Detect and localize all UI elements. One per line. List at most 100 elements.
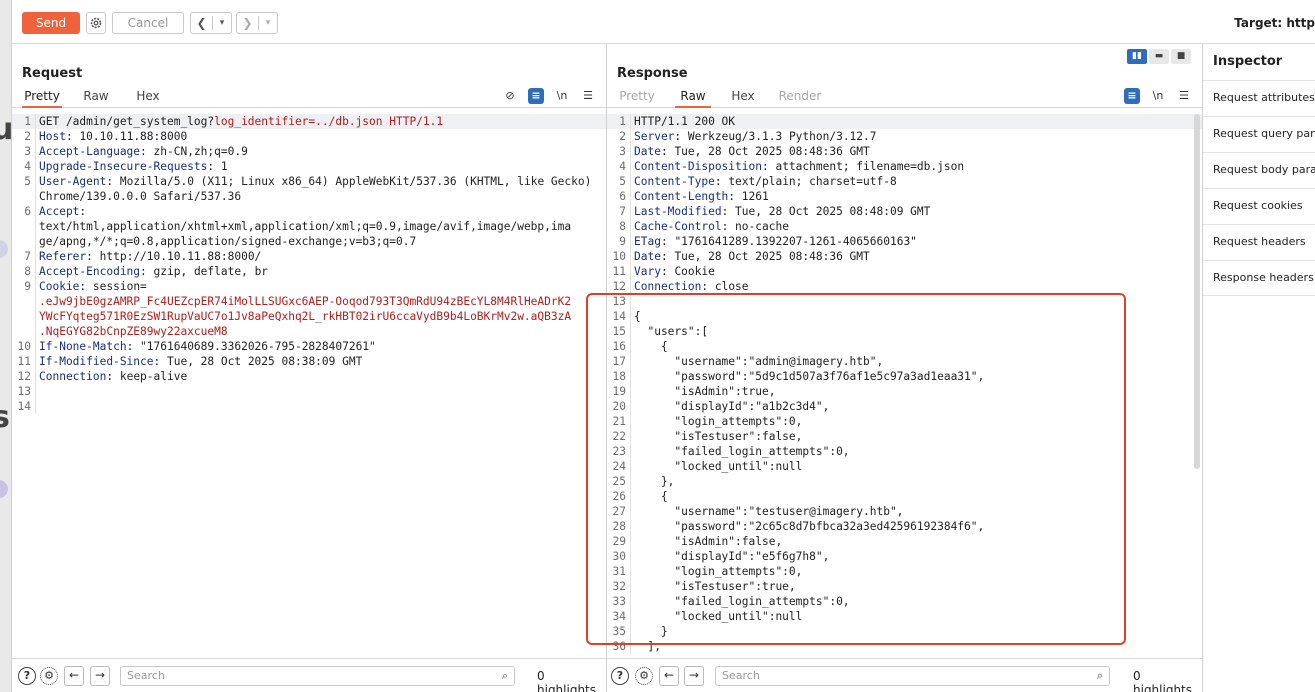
line-number: 14 [12, 399, 36, 414]
line-content: "failed_login_attempts":0, [631, 444, 849, 459]
body-text: "username":"admin@imagery.htb", [634, 355, 884, 368]
newline-icon[interactable]: \n [1150, 88, 1166, 104]
search-icon: ⌕ [1096, 669, 1103, 682]
tab-hex[interactable]: Hex [130, 88, 166, 108]
settings-gear-icon[interactable]: ⚙ [635, 667, 653, 685]
tab-render[interactable]: Render [777, 88, 823, 108]
prev-match-icon[interactable]: ← [64, 666, 84, 686]
history-forward-group[interactable]: ❯ ▾ [236, 12, 278, 34]
line-content [36, 399, 39, 414]
line-number: 11 [12, 354, 36, 369]
header-separator: : [126, 340, 141, 353]
header-value: attachment; filename=db.json [775, 160, 965, 173]
forward-dropdown-icon[interactable]: ▾ [259, 18, 277, 28]
line-content: "failed_login_attempts":0, [631, 594, 849, 609]
inspector-item[interactable]: Response headers [1203, 260, 1315, 296]
line-content: .eJw9jbE0gzAMRP_Fc4UEZcpER74iMolLLSUGxc6… [36, 294, 571, 309]
line-content: }, [631, 474, 674, 489]
wrap-lines-icon[interactable]: ≡ [1124, 88, 1140, 104]
next-match-icon[interactable]: → [90, 666, 110, 686]
body-text: "users":[ [634, 325, 709, 338]
line-number: 7 [607, 204, 631, 219]
header-name: Accept-Encoding [39, 265, 141, 278]
line-number: 18 [607, 369, 631, 384]
code-line: 8 Cache-Control: no-cache [607, 219, 1202, 234]
code-line: 5 Content-Type: text/plain; charset=utf-8 [607, 174, 1202, 189]
code-line: 6 Content-Length: 1261 [607, 189, 1202, 204]
request-editor[interactable]: 1 GET /admin/get_system_log?log_identifie… [12, 114, 606, 654]
inspector-item[interactable]: Request body parameters [1203, 152, 1315, 188]
header-value: close [714, 280, 749, 293]
line-content: If-Modified-Since: Tue, 28 Oct 2025 08:3… [36, 354, 362, 369]
header-separator: : [674, 130, 688, 143]
inspector-item[interactable]: Request cookies [1203, 188, 1315, 224]
help-icon[interactable]: ? [18, 667, 36, 685]
code-line: 3 Accept-Language: zh-CN,zh;q=0.9 [12, 144, 606, 159]
tab-raw[interactable]: Raw [78, 88, 114, 108]
tab-pretty[interactable]: Pretty [22, 88, 62, 108]
inspector-item[interactable]: Request headers [1203, 224, 1315, 260]
body-text: "isAdmin":true, [634, 385, 776, 398]
settings-gear-icon[interactable] [86, 12, 106, 34]
inspector-item[interactable]: Request attributes [1203, 80, 1315, 116]
header-value: Tue, 28 Oct 2025 08:48:36 GMT [674, 145, 870, 158]
header-value-cont: Chrome/139.0.0.0 Safari/537.36 [39, 190, 242, 203]
line-number: 2 [607, 129, 631, 144]
tab-hex[interactable]: Hex [725, 88, 761, 108]
header-separator: : [153, 355, 167, 368]
help-icon[interactable]: ? [611, 667, 629, 685]
prev-match-icon[interactable]: ← [659, 666, 679, 686]
code-line: ge/apng,*/*;q=0.8,application/signed-exc… [12, 234, 606, 249]
line-content: text/html,application/xhtml+xml,applicat… [36, 219, 571, 234]
code-line: 13 [607, 294, 1202, 309]
line-number [12, 189, 36, 204]
line-content: Host: 10.10.11.88:8000 [36, 129, 187, 144]
line-number: 22 [607, 429, 631, 444]
header-value: Tue, 28 Oct 2025 08:48:36 GMT [674, 250, 870, 263]
line-content: Connection: close [631, 279, 749, 294]
header-name: Content-Type [634, 175, 715, 188]
code-line: 16 { [607, 339, 1202, 354]
line-content: "displayId":"e5f6g7h8", [631, 549, 829, 564]
line-content: Date: Tue, 28 Oct 2025 08:48:36 GMT [631, 144, 870, 159]
hide-eye-icon[interactable]: ⊘ [502, 88, 518, 104]
line-content: Accept-Language: zh-CN,zh;q=0.9 [36, 144, 248, 159]
newline-icon[interactable]: \n [554, 88, 570, 104]
line-content: Content-Disposition: attachment; filenam… [631, 159, 964, 174]
line-content: HTTP/1.1 200 OK [631, 114, 735, 129]
history-back-group[interactable]: ❮ ▾ [190, 12, 232, 34]
menu-icon[interactable]: ☰ [1176, 88, 1192, 104]
cancel-button[interactable]: Cancel [112, 12, 184, 34]
line-number: 1 [607, 114, 631, 129]
request-highlights-count: 0 highlights [537, 669, 597, 692]
inspector-item[interactable]: Request query parameters [1203, 116, 1315, 152]
next-match-icon[interactable]: → [684, 666, 704, 686]
response-scrollbar[interactable] [1194, 114, 1200, 469]
header-separator: : [79, 280, 93, 293]
send-button[interactable]: Send [22, 12, 80, 34]
request-pane: Request Pretty Raw Hex ⊘ ≡ \n ☰ 1 GET /ad… [12, 44, 607, 692]
header-name: Last-Modified [634, 205, 722, 218]
response-search-input[interactable]: Search ⌕ [715, 666, 1110, 686]
code-line: 18 "password":"5d9c1d507a3f76af1e5c97a3a… [607, 369, 1202, 384]
single-pane-icon[interactable]: ■ [1171, 49, 1191, 64]
header-value: keep-alive [119, 370, 188, 383]
code-line: 34 "locked_until":null [607, 609, 1202, 624]
target-label[interactable]: Target: http [1234, 16, 1315, 30]
wrap-lines-icon[interactable]: ≡ [528, 88, 544, 104]
tab-raw[interactable]: Raw [675, 88, 711, 108]
response-editor[interactable]: 1 HTTP/1.1 200 OK 2 Server: Werkzeug/3.1.3 … [607, 114, 1202, 654]
inspector-title: Inspector [1213, 54, 1283, 69]
split-columns-icon[interactable]: ▮▮ [1127, 49, 1147, 64]
tab-pretty[interactable]: Pretty [617, 88, 657, 108]
forward-arrow-icon[interactable]: ❯ [237, 16, 259, 30]
back-dropdown-icon[interactable]: ▾ [213, 18, 231, 28]
repeater-window: u s Send Cancel ❮ ▾ ❯ ▾ Target: http Req… [0, 0, 1315, 692]
split-rows-icon[interactable]: ▬ [1149, 49, 1169, 64]
back-arrow-icon[interactable]: ❮ [191, 16, 213, 30]
menu-icon[interactable]: ☰ [580, 88, 596, 104]
settings-gear-icon[interactable]: ⚙ [40, 667, 58, 685]
line-number [12, 219, 36, 234]
request-search-input[interactable]: Search ⌕ [120, 666, 515, 686]
header-value: Werkzeug/3.1.3 Python/3.12.7 [687, 130, 877, 143]
